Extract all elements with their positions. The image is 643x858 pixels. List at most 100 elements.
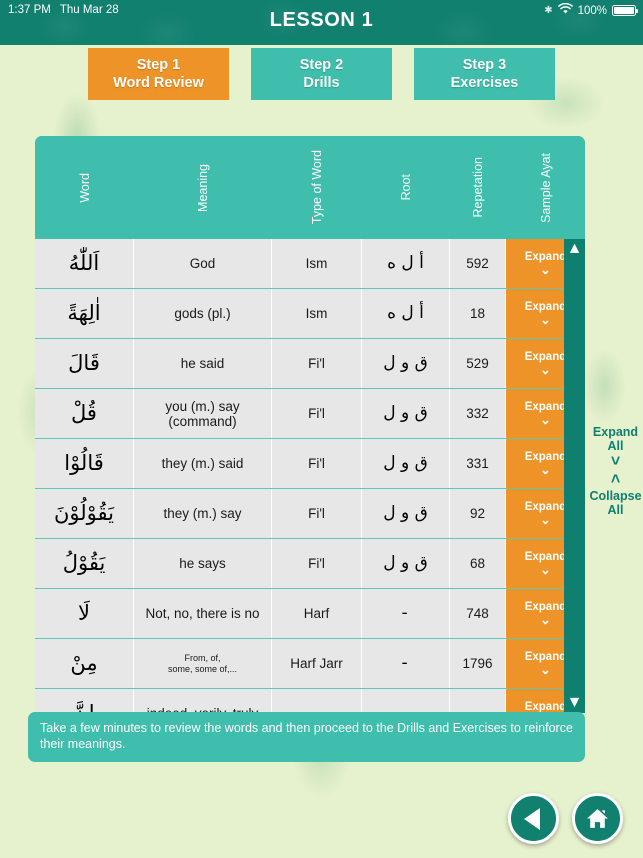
table-header-row: Word Meaning Type of Word Root Repetatio… bbox=[35, 136, 585, 239]
cell-root: ق و ل bbox=[362, 439, 450, 488]
cell-root: ق و ل bbox=[362, 389, 450, 438]
column-header-repetation: Repetation bbox=[471, 157, 485, 218]
chevron-down-icon: ⌄ bbox=[540, 362, 551, 377]
cell-root: ق و ل bbox=[362, 339, 450, 388]
tab-step-3-exercises[interactable]: Step 3 Exercises bbox=[414, 48, 555, 100]
cell-word: اٰلِهَةً bbox=[35, 289, 134, 338]
cell-type-of-word: Fi'l bbox=[272, 489, 362, 538]
instruction-hint: Take a few minutes to review the words a… bbox=[28, 712, 585, 762]
cell-type-of-word: Fi'l bbox=[272, 539, 362, 588]
table-row[interactable]: قَالُوْا they (m.) said Fi'l ق و ل 331 Expand… bbox=[35, 439, 585, 489]
table-row[interactable]: يَقُوْلُوْنَ they (m.) say Fi'l ق و ل 92 Expa… bbox=[35, 489, 585, 539]
chevron-down-icon: ⌄ bbox=[540, 562, 551, 577]
cell-repetation: 592 bbox=[450, 239, 506, 288]
cell-root bbox=[362, 689, 450, 713]
chevron-down-icon: ⌄ bbox=[540, 262, 551, 277]
cell-root: ق و ل bbox=[362, 489, 450, 538]
cell-meaning: they (m.) say bbox=[134, 489, 272, 538]
chevron-down-icon: ⌄ bbox=[540, 662, 551, 677]
tab-step-2-line1: Step 2 bbox=[299, 57, 344, 73]
cell-word: قَالُوْا bbox=[35, 439, 134, 488]
cell-word: اِنَّ bbox=[35, 689, 134, 713]
column-header-meaning: Meaning bbox=[196, 163, 210, 212]
cell-word: مِنْ bbox=[35, 639, 134, 688]
cell-type-of-word: Ism bbox=[272, 239, 362, 288]
cell-meaning: they (m.) said bbox=[134, 439, 272, 488]
cell-root: - bbox=[362, 589, 450, 638]
cell-word: يَقُوْلُوْنَ bbox=[35, 489, 134, 538]
expand-collapse-all-controls: Expand All ˅ ˄ Collapse All bbox=[588, 425, 643, 517]
column-header-word: Word bbox=[77, 172, 92, 203]
tab-step-2-line2: Drills bbox=[303, 75, 340, 91]
cell-repetation: 332 bbox=[450, 389, 506, 438]
back-triangle-icon bbox=[524, 807, 540, 830]
table-row[interactable]: اِنَّindeed, verily, trulyExpand⌄ bbox=[35, 689, 585, 713]
cell-word: لَا bbox=[35, 589, 134, 638]
tab-step-3-line1: Step 3 bbox=[462, 57, 507, 73]
cell-word: قُلْ bbox=[35, 389, 134, 438]
table-row[interactable]: قُلْ you (m.) say (command) Fi'l ق و ل 332 Exp… bbox=[35, 389, 585, 439]
table-row[interactable]: قَالَ he said Fi'l ق و ل 529 Expand ⌄ bbox=[35, 339, 585, 389]
cell-meaning: Not, no, there is no bbox=[134, 589, 272, 638]
cell-meaning: he said bbox=[134, 339, 272, 388]
cell-meaning: gods (pl.) bbox=[134, 289, 272, 338]
cell-repetation: 18 bbox=[450, 289, 506, 338]
bottom-navigation bbox=[508, 793, 623, 844]
chevron-down-icon[interactable]: ˅ bbox=[588, 453, 643, 471]
status-bar: 1:37 PM Thu Mar 28 LESSON 1 ✱ 100% bbox=[0, 0, 643, 45]
tab-step-2-drills[interactable]: Step 2 Drills bbox=[251, 48, 392, 100]
expand-all-button[interactable]: Expand All ˅ bbox=[588, 425, 643, 471]
cell-word: قَالَ bbox=[35, 339, 134, 388]
battery-percent: 100% bbox=[577, 4, 607, 17]
cell-repetation bbox=[450, 689, 506, 713]
cell-repetation: 1796 bbox=[450, 639, 506, 688]
cell-repetation: 92 bbox=[450, 489, 506, 538]
collapse-all-label-line1: Collapse bbox=[589, 489, 642, 503]
table-scrollbar[interactable]: ▲ ▼ bbox=[564, 239, 585, 713]
chevron-up-icon[interactable]: ˄ bbox=[588, 471, 643, 489]
expand-all-label-line1: Expand bbox=[592, 425, 639, 439]
step-tabs: Step 1 Word Review Step 2 Drills Step 3 … bbox=[0, 48, 643, 103]
collapse-all-button[interactable]: ˄ Collapse All bbox=[588, 471, 643, 517]
cell-repetation: 748 bbox=[450, 589, 506, 638]
cell-type-of-word: Fi'l bbox=[272, 389, 362, 438]
cell-meaning: you (m.) say (command) bbox=[134, 389, 272, 438]
cell-meaning: God bbox=[134, 239, 272, 288]
cell-root: أ ل ه bbox=[362, 289, 450, 338]
word-table-panel: Word Meaning Type of Word Root Repetatio… bbox=[35, 136, 585, 713]
home-button[interactable] bbox=[572, 793, 623, 844]
cell-repetation: 68 bbox=[450, 539, 506, 588]
tab-step-1-word-review[interactable]: Step 1 Word Review bbox=[88, 48, 229, 100]
cell-type-of-word: Harf bbox=[272, 589, 362, 638]
cell-repetation: 331 bbox=[450, 439, 506, 488]
cell-type-of-word: Fi'l bbox=[272, 339, 362, 388]
tab-step-1-line2: Word Review bbox=[113, 75, 204, 91]
cell-root: أ ل ه bbox=[362, 239, 450, 288]
status-bar-right: ✱ 100% bbox=[544, 2, 638, 18]
cell-type-of-word: Ism bbox=[272, 289, 362, 338]
table-body[interactable]: اَللّٰهُ God Ism أ ل ه 592 Expand ⌄ اٰلِهَةً god… bbox=[35, 239, 585, 713]
cell-repetation: 529 bbox=[450, 339, 506, 388]
cell-meaning: he says bbox=[134, 539, 272, 588]
collapse-all-label-line2: All bbox=[607, 503, 624, 517]
chevron-down-icon: ⌄ bbox=[540, 462, 551, 477]
table-row[interactable]: يَقُوْلُ he says Fi'l ق و ل 68 Expand ⌄ bbox=[35, 539, 585, 589]
scroll-down-icon[interactable]: ▼ bbox=[567, 695, 583, 711]
column-header-sample-ayat: Sample Ayat bbox=[538, 152, 553, 223]
back-button[interactable] bbox=[508, 793, 559, 844]
cell-word: يَقُوْلُ bbox=[35, 539, 134, 588]
bluetooth-icon: ✱ bbox=[544, 4, 553, 16]
chevron-down-icon: ⌄ bbox=[540, 412, 551, 427]
table-row[interactable]: لَا Not, no, there is no Harf -748 Expand ⌄ bbox=[35, 589, 585, 639]
table-row[interactable]: اٰلِهَةً gods (pl.) Ism أ ل ه 18 Expand ⌄ bbox=[35, 289, 585, 339]
cell-type-of-word bbox=[272, 689, 362, 713]
column-header-root: Root bbox=[399, 174, 413, 201]
cell-type-of-word: Fi'l bbox=[272, 439, 362, 488]
table-row[interactable]: مِنْ From, of, some, some of,... Harf Jarr -… bbox=[35, 639, 585, 689]
home-icon bbox=[587, 809, 608, 828]
table-row[interactable]: اَللّٰهُ God Ism أ ل ه 592 Expand ⌄ bbox=[35, 239, 585, 289]
cell-root: - bbox=[362, 639, 450, 688]
scroll-up-icon[interactable]: ▲ bbox=[567, 241, 583, 257]
expand-all-label-line2: All bbox=[607, 439, 624, 453]
cell-meaning: From, of, some, some of,... bbox=[134, 639, 272, 688]
